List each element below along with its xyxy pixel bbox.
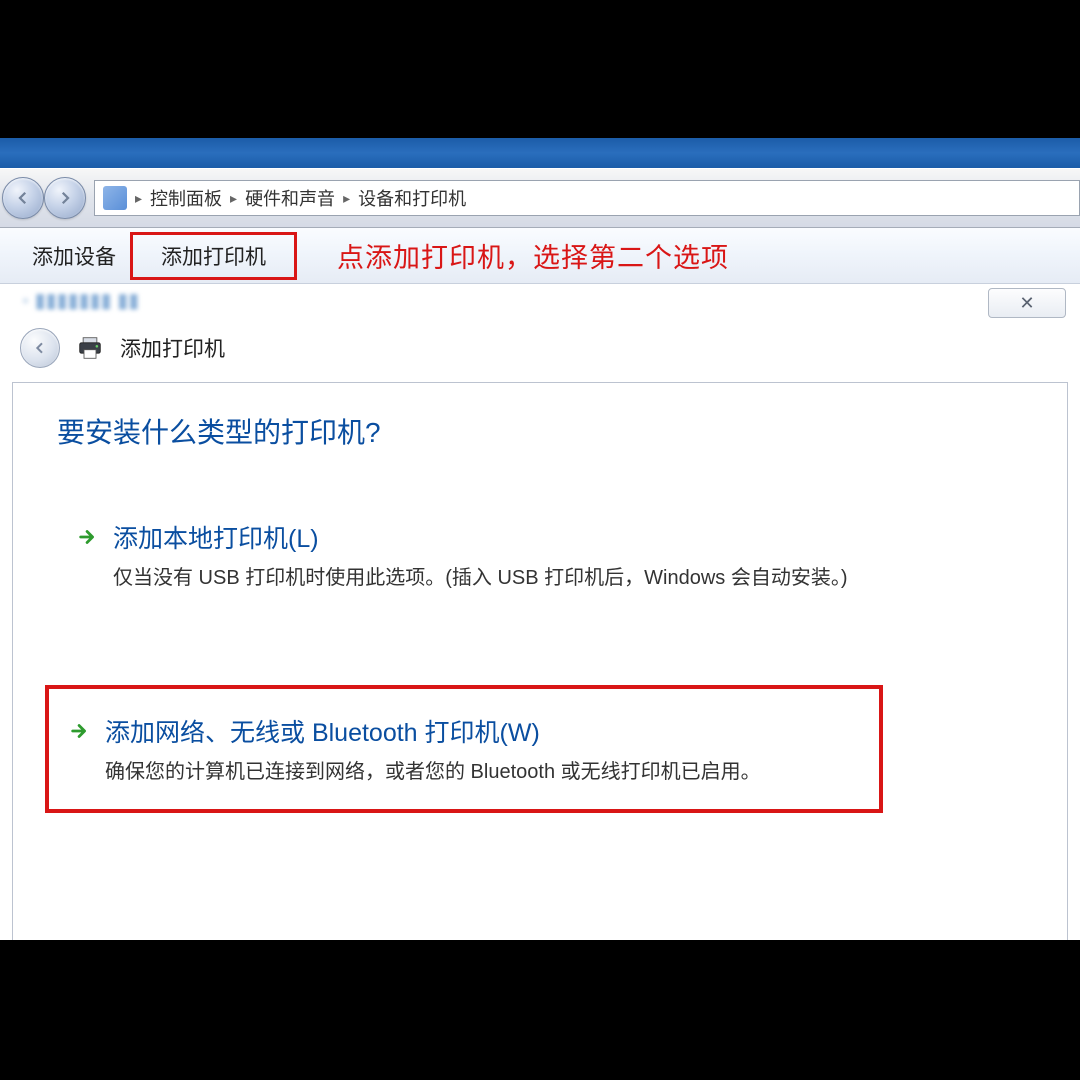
- arrow-right-icon: [69, 720, 91, 742]
- chevron-right-icon: ▸: [228, 190, 239, 207]
- breadcrumb-item[interactable]: 控制面板: [150, 185, 222, 211]
- close-button[interactable]: ✕: [988, 288, 1066, 318]
- nav-back-button[interactable]: [2, 177, 44, 219]
- option-description: 确保您的计算机已连接到网络，或者您的 Bluetooth 或无线打印机已启用。: [105, 757, 859, 787]
- option-title: 添加网络、无线或 Bluetooth 打印机(W): [105, 713, 540, 749]
- wizard-heading: 要安装什么类型的打印机?: [57, 411, 1023, 451]
- address-bar[interactable]: ▸ 控制面板 ▸ 硬件和声音 ▸ 设备和打印机: [94, 180, 1080, 216]
- breadcrumb-item[interactable]: 硬件和声音: [245, 185, 335, 211]
- wizard-title: 添加打印机: [120, 333, 225, 363]
- wizard-back-button[interactable]: [20, 328, 60, 368]
- option-network-printer[interactable]: 添加网络、无线或 Bluetooth 打印机(W) 确保您的计算机已连接到网络，…: [45, 685, 883, 813]
- close-icon: ✕: [1019, 293, 1034, 314]
- wizard-content: 要安装什么类型的打印机? 添加本地打印机(L) 仅当没有 USB 打印机时使用此…: [12, 382, 1068, 1012]
- blurred-text: ◦ ▮▮▮▮▮▮▮ ▮▮: [6, 288, 988, 313]
- letterbox-top: [0, 0, 1080, 138]
- add-device-button[interactable]: 添加设备: [18, 233, 130, 279]
- explorer-nav-bar: ▸ 控制面板 ▸ 硬件和声音 ▸ 设备和打印机: [0, 168, 1080, 228]
- desktop-background-strip: [0, 138, 1080, 168]
- location-icon: [103, 186, 127, 210]
- option-local-printer[interactable]: 添加本地打印机(L) 仅当没有 USB 打印机时使用此选项。(插入 USB 打印…: [57, 509, 1023, 607]
- add-printer-button[interactable]: 添加打印机: [130, 232, 297, 280]
- chevron-right-icon: ▸: [133, 190, 144, 207]
- letterbox-bottom: [0, 940, 1080, 1080]
- chevron-right-icon: ▸: [341, 190, 352, 207]
- option-title: 添加本地打印机(L): [113, 519, 319, 555]
- nav-forward-button[interactable]: [44, 177, 86, 219]
- arrow-right-icon: [77, 526, 99, 548]
- wizard-window: ◦ ▮▮▮▮▮▮▮ ▮▮ ✕ 添加打印机 要安装什么类型的打印机? 添加本地打印…: [6, 284, 1074, 1012]
- printer-icon: [76, 336, 104, 360]
- breadcrumb-item[interactable]: 设备和打印机: [358, 185, 466, 211]
- annotation-text: 点添加打印机，选择第二个选项: [337, 236, 729, 275]
- explorer-toolbar: 添加设备 添加打印机 点添加打印机，选择第二个选项: [0, 228, 1080, 284]
- wizard-header: 添加打印机: [6, 316, 1074, 382]
- option-description: 仅当没有 USB 打印机时使用此选项。(插入 USB 打印机后，Windows …: [113, 563, 1003, 593]
